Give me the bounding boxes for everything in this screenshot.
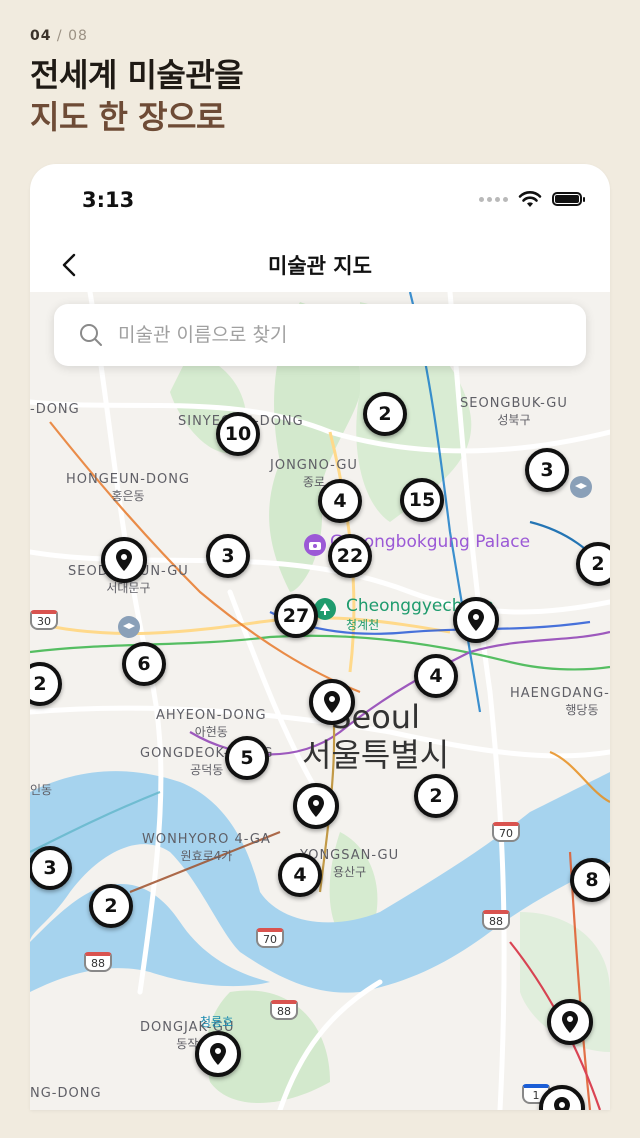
location-pin-icon xyxy=(554,1097,570,1110)
cluster-marker[interactable]: 27 xyxy=(274,594,318,638)
location-pin-icon xyxy=(562,1011,578,1033)
district-label: NG-DONG xyxy=(30,1086,102,1101)
location-pin-icon xyxy=(116,549,132,571)
phone-mockup: 3:13 미술관 지도 SEONGBUK-GU 성북구 HONGEUN-DONG… xyxy=(30,164,610,1110)
cluster-marker[interactable]: 4 xyxy=(414,654,458,698)
location-pin-icon xyxy=(324,691,340,713)
museum-pin[interactable] xyxy=(195,1031,241,1077)
page-counter: 04 / 08 xyxy=(30,28,88,44)
cluster-marker[interactable]: 10 xyxy=(216,412,260,456)
cluster-marker[interactable]: 2 xyxy=(414,774,458,818)
museum-pin[interactable] xyxy=(293,783,339,829)
headline-line-2: 지도 한 장으로 xyxy=(30,98,225,136)
lake-label: 청룡호 xyxy=(200,1015,234,1029)
district-label: SEONGBUK-GU 성북구 xyxy=(460,396,568,427)
district-label: HONGEUN-DONG 홍은동 xyxy=(66,472,190,503)
location-pin-icon xyxy=(308,795,324,817)
nav-bar: 미술관 지도 xyxy=(30,238,610,292)
district-label: 인동 xyxy=(30,783,53,797)
route-shield: 70 xyxy=(256,928,284,948)
battery-icon xyxy=(552,192,585,206)
headline-line-1: 전세계 미술관을 xyxy=(30,56,244,94)
page-separator: / xyxy=(51,28,69,44)
cluster-marker[interactable]: 15 xyxy=(400,478,444,522)
headline: 전세계 미술관을 지도 한 장으로 xyxy=(30,54,244,138)
route-shield: 70 xyxy=(492,822,520,842)
museum-pin[interactable] xyxy=(101,537,147,583)
route-shield: 30 xyxy=(30,610,58,630)
status-bar: 3:13 xyxy=(30,164,610,238)
district-label: HAENGDANG-DONG행당동 xyxy=(510,686,610,717)
district-label: -DONG xyxy=(30,402,80,417)
search-bar[interactable] xyxy=(54,304,586,366)
district-label: WONHYORO 4-GA 원효로4가 xyxy=(142,832,271,863)
cluster-marker[interactable]: 22 xyxy=(328,534,372,578)
location-pin-icon xyxy=(210,1043,226,1065)
cluster-marker[interactable]: 4 xyxy=(318,479,362,523)
museum-pin[interactable] xyxy=(547,999,593,1045)
cellular-icon xyxy=(479,196,508,202)
cluster-marker[interactable]: 5 xyxy=(225,736,269,780)
nav-title: 미술관 지도 xyxy=(268,254,372,278)
status-icons xyxy=(479,190,585,208)
route-shield: 88 xyxy=(84,952,112,972)
school-icon xyxy=(118,616,140,638)
cluster-marker[interactable]: 3 xyxy=(206,534,250,578)
route-shield: 88 xyxy=(482,910,510,930)
cluster-marker[interactable]: 4 xyxy=(278,853,322,897)
museum-pin[interactable] xyxy=(453,597,499,643)
location-pin-icon xyxy=(468,609,484,631)
map-view[interactable]: SEONGBUK-GU성북구 SINYEONG-DONG HONGEUN-DON… xyxy=(30,292,610,1110)
museum-pin[interactable] xyxy=(309,679,355,725)
cluster-marker[interactable]: 2 xyxy=(89,884,133,928)
school-icon xyxy=(570,476,592,498)
district-label: AHYEON-DONG 아현동 xyxy=(156,708,267,739)
cluster-marker[interactable]: 2 xyxy=(363,392,407,436)
cluster-marker[interactable]: 8 xyxy=(570,858,610,902)
cluster-marker[interactable]: 3 xyxy=(30,846,72,890)
status-time: 3:13 xyxy=(82,188,135,212)
page-current: 04 xyxy=(30,28,52,44)
search-input[interactable] xyxy=(116,323,540,347)
cluster-marker[interactable]: 3 xyxy=(525,448,569,492)
page-total: 08 xyxy=(68,28,88,44)
cluster-marker[interactable]: 6 xyxy=(122,642,166,686)
camera-icon xyxy=(304,534,326,556)
wifi-icon xyxy=(518,191,542,207)
route-shield: 88 xyxy=(270,1000,298,1020)
search-icon xyxy=(78,322,104,348)
